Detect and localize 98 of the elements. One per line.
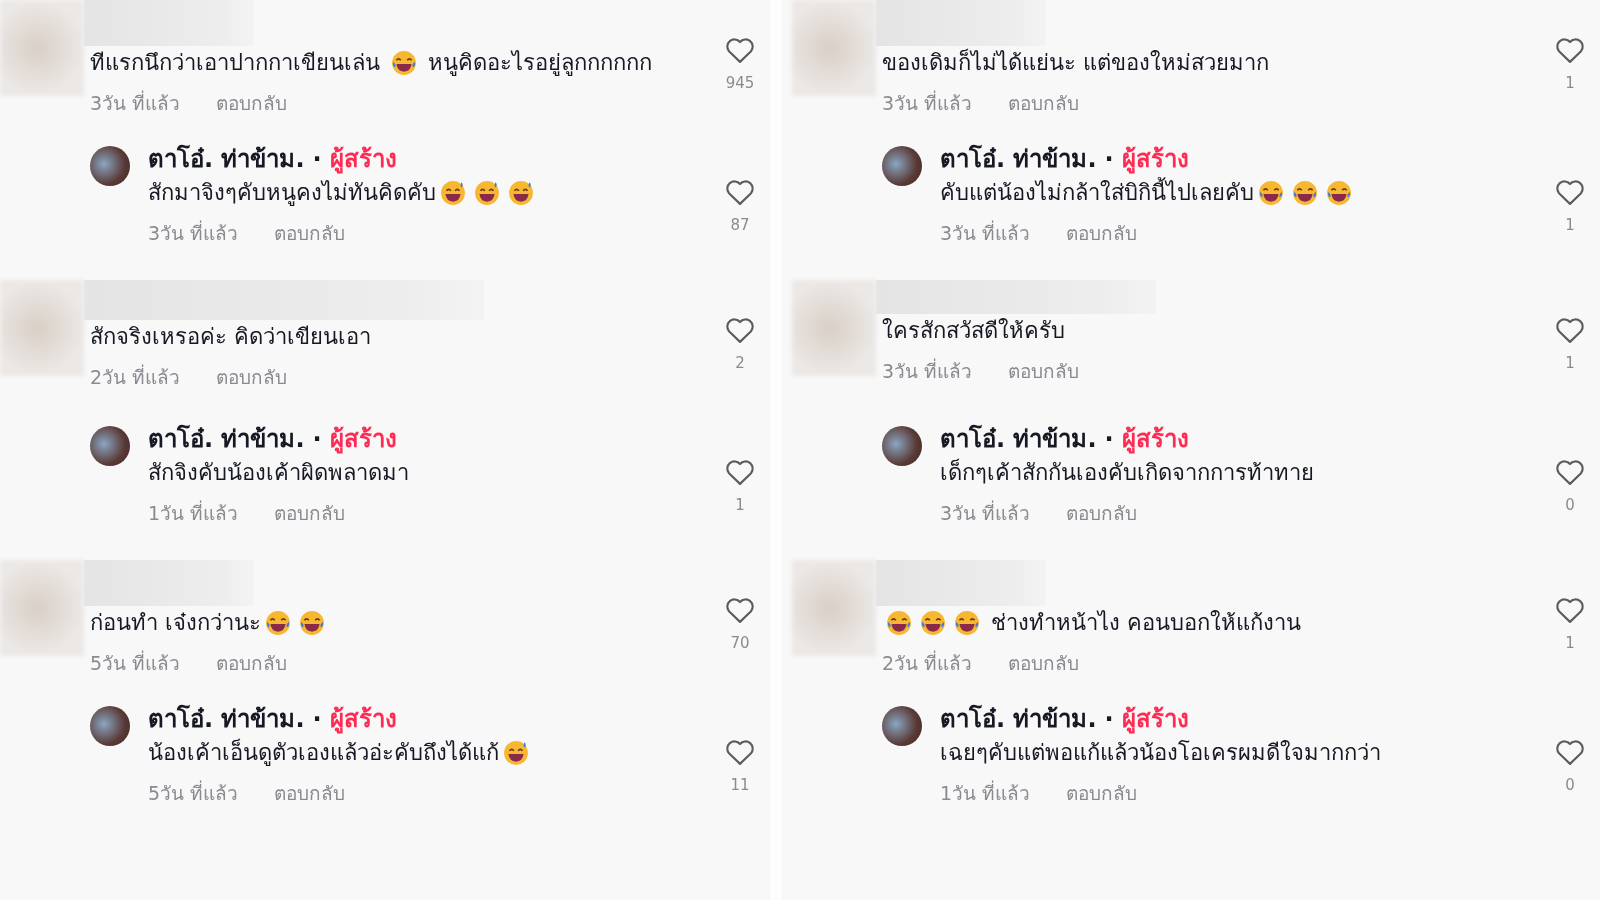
comment-text: ก่อนทำ เจ๋งกว่านะ <box>90 609 261 637</box>
timestamp: 3วัน ที่แล้ว <box>940 219 1031 246</box>
reply-link[interactable]: ตอบกลับ <box>216 362 288 392</box>
timestamp: 1วัน ที่แล้ว <box>940 779 1031 806</box>
comment-text: เฉยๆคับแต่พอแก้แล้วน้องโอเครผมดีใจมากกว่า <box>940 739 1381 767</box>
comment-text: คับแต่น้องไม่กล้าใส่บิกินี้ไปเลยคับ <box>940 176 1254 210</box>
author-name[interactable]: ตาโอ๋. ท่าข้าม. <box>940 422 1097 456</box>
timestamp: 5วัน ที่แล้ว <box>148 779 239 806</box>
comment-text: สักจิงคับน้องเค้าผิดพลาดมา <box>148 459 409 487</box>
reply-link[interactable]: ตอบกลับ <box>1066 778 1138 808</box>
comment-text: ช่างทำหน้าไง คอนบอกให้แก้งาน <box>990 609 1301 637</box>
separator-dot: · <box>312 144 322 175</box>
like-count: 70 <box>730 634 750 652</box>
like-count: 1 <box>1565 634 1575 652</box>
grin-sweat-emoji-icon <box>503 740 529 766</box>
timestamp: 1วัน ที่แล้ว <box>148 499 239 526</box>
heart-icon[interactable] <box>725 596 755 624</box>
timestamp: 3วัน ที่แล้ว <box>882 89 973 116</box>
heart-icon[interactable] <box>1555 458 1585 486</box>
avatar[interactable] <box>90 426 130 466</box>
like-count: 945 <box>725 74 755 92</box>
like-count: 0 <box>1565 496 1575 514</box>
grin-sweat-emoji-icon <box>508 180 534 206</box>
timestamp: 2วัน ที่แล้ว <box>882 649 973 676</box>
reply-link[interactable]: ตอบกลับ <box>1008 648 1080 678</box>
reply-link[interactable]: ตอบกลับ <box>216 88 288 118</box>
heart-icon[interactable] <box>1555 36 1585 64</box>
like-count: 2 <box>735 354 745 372</box>
creator-label: ผู้สร้าง <box>1121 144 1189 176</box>
creator-label: ผู้สร้าง <box>329 424 397 456</box>
timestamp: 3วัน ที่แล้ว <box>940 499 1031 526</box>
reply-link[interactable]: ตอบกลับ <box>274 778 346 808</box>
comment-text: ของเดิมก็ไม่ได้แย่นะ แต่ของใหม่สวยมาก <box>882 47 1269 77</box>
avatar[interactable] <box>90 706 130 746</box>
avatar[interactable] <box>90 146 130 186</box>
creator-label: ผู้สร้าง <box>329 144 397 176</box>
like-count: 0 <box>1565 776 1575 794</box>
timestamp: 3วัน ที่แล้ว <box>90 89 181 116</box>
like-count: 87 <box>730 216 750 234</box>
heart-icon[interactable] <box>725 316 755 344</box>
laughing-tears-emoji-icon <box>954 610 980 636</box>
heart-icon[interactable] <box>1555 178 1585 206</box>
grin-sweat-emoji-icon <box>474 180 500 206</box>
avatar[interactable] <box>882 146 922 186</box>
creator-label: ผู้สร้าง <box>329 704 397 736</box>
grin-sweat-emoji-icon <box>440 180 466 206</box>
reply-link[interactable]: ตอบกลับ <box>274 498 346 528</box>
timestamp: 3วัน ที่แล้ว <box>148 219 239 246</box>
heart-icon[interactable] <box>1555 316 1585 344</box>
like-count: 11 <box>730 776 750 794</box>
creator-label: ผู้สร้าง <box>1121 704 1189 736</box>
heart-icon[interactable] <box>725 178 755 206</box>
comment-text: เด็กๆเค้าสักกันเองคับเกิดจากการท้าทาย <box>940 457 1314 487</box>
heart-icon[interactable] <box>1555 738 1585 766</box>
separator-dot: · <box>1104 704 1114 735</box>
reply-link[interactable]: ตอบกลับ <box>1066 498 1138 528</box>
comment-text: สักจริงเหรอค่ะ คิดว่าเขียนเอา <box>90 323 371 351</box>
separator-dot: · <box>1104 144 1114 175</box>
laughing-tears-emoji-icon <box>299 610 325 636</box>
heart-icon[interactable] <box>725 458 755 486</box>
reply-link[interactable]: ตอบกลับ <box>216 648 288 678</box>
separator-dot: · <box>1104 424 1114 455</box>
author-name[interactable]: ตาโอ๋. ท่าข้าม. <box>940 702 1097 736</box>
reply-link[interactable]: ตอบกลับ <box>1008 356 1080 386</box>
like-count: 1 <box>1565 216 1575 234</box>
comment-text: น้องเค้าเอ็นดูตัวเองแล้วอ่ะคับถึงได้แก้ <box>148 737 499 768</box>
author-name[interactable]: ตาโอ๋. ท่าข้าม. <box>148 142 305 176</box>
author-name[interactable]: ตาโอ๋. ท่าข้าม. <box>148 702 305 736</box>
laughing-tears-emoji-icon <box>1292 180 1318 206</box>
like-count: 1 <box>1565 74 1575 92</box>
heart-icon[interactable] <box>1555 596 1585 624</box>
comment-text: สักมาจิงๆคับหนูคงไม่ทันคิดคับ <box>148 179 436 208</box>
comment-text: หนูคิดอะไรอยู่ลูกกกกกก <box>427 49 652 78</box>
reply-link[interactable]: ตอบกลับ <box>1008 88 1080 118</box>
timestamp: 5วัน ที่แล้ว <box>90 649 181 676</box>
avatar[interactable] <box>882 706 922 746</box>
comment-text: ใครสักสวัสดีให้ครับ <box>882 317 1065 345</box>
laughing-tears-emoji-icon <box>920 610 946 636</box>
author-name[interactable]: ตาโอ๋. ท่าข้าม. <box>148 422 305 456</box>
heart-icon[interactable] <box>725 36 755 64</box>
like-count: 1 <box>735 496 745 514</box>
laughing-tears-emoji-icon <box>886 610 912 636</box>
timestamp: 3วัน ที่แล้ว <box>882 357 973 384</box>
like-count: 1 <box>1565 354 1575 372</box>
laughing-tears-emoji-icon <box>265 610 291 636</box>
laughing-tears-emoji-icon <box>1326 180 1352 206</box>
author-name[interactable]: ตาโอ๋. ท่าข้าม. <box>940 142 1097 176</box>
comment-text: ทีแรกนึกว่าเอาปากกาเขียนเล่น <box>90 49 381 77</box>
heart-icon[interactable] <box>725 738 755 766</box>
separator-dot: · <box>312 424 322 455</box>
creator-label: ผู้สร้าง <box>1121 424 1189 456</box>
timestamp: 2วัน ที่แล้ว <box>90 363 181 390</box>
reply-link[interactable]: ตอบกลับ <box>1066 218 1138 248</box>
separator-dot: · <box>312 704 322 735</box>
laughing-tears-emoji-icon <box>391 50 417 76</box>
avatar[interactable] <box>882 426 922 466</box>
laughing-tears-emoji-icon <box>1258 180 1284 206</box>
reply-link[interactable]: ตอบกลับ <box>274 218 346 248</box>
